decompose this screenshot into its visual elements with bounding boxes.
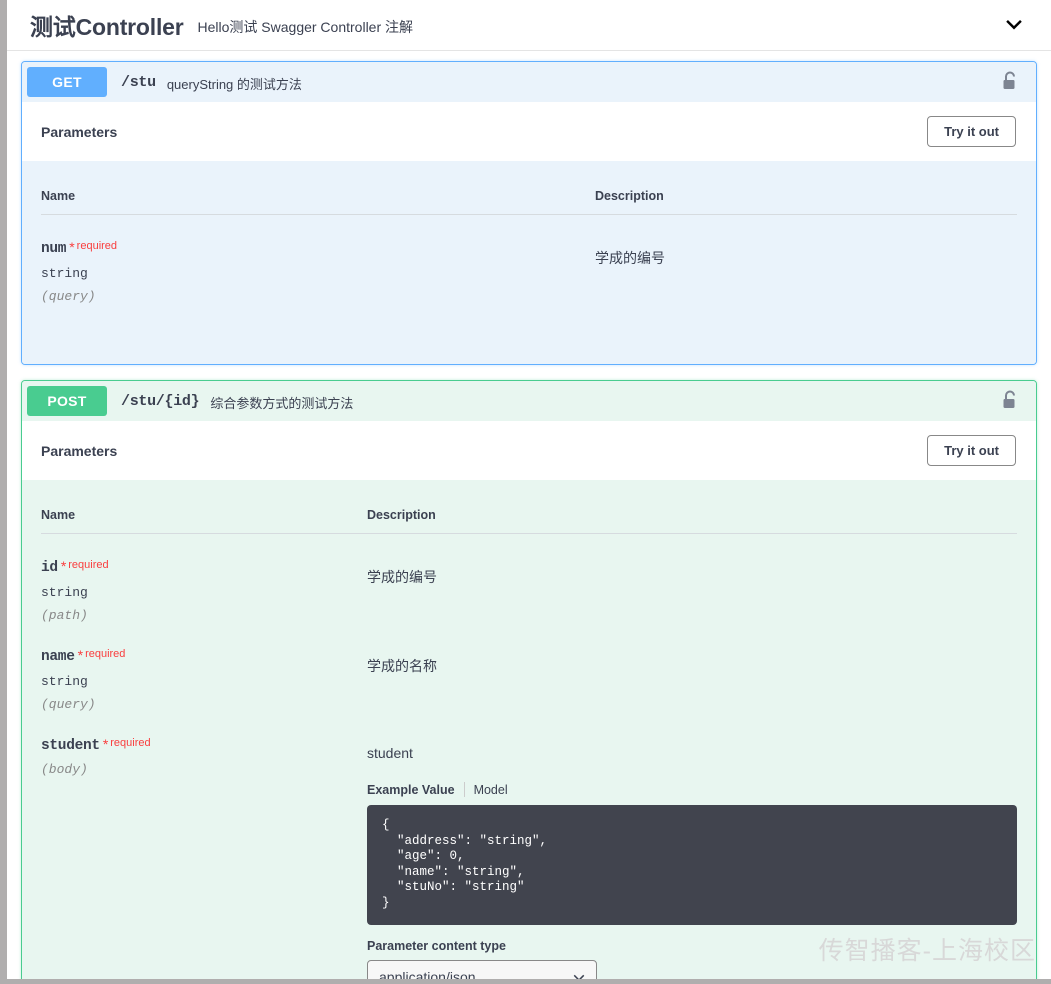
param-name-name: name [41, 649, 75, 665]
parameter-content-type-label: Parameter content type [367, 938, 506, 953]
param-description-student: student [367, 745, 413, 761]
param-type-name: string [41, 674, 88, 689]
parameters-bar-get: Parameters Try it out [22, 102, 1036, 161]
try-it-out-button-post[interactable]: Try it out [927, 435, 1016, 466]
table-row: num * required string (query) 学成的编号 [41, 215, 1017, 305]
parameter-content-type-select[interactable]: application/json [367, 959, 597, 979]
operations-list: GET /stu queryString 的测试方法 Parameters Tr… [7, 51, 1051, 979]
param-cell-name-num: num * required string (query) [41, 215, 595, 304]
tag-description: Hello测试 Swagger Controller 注解 [197, 19, 414, 35]
param-required-label-name: required [85, 648, 126, 660]
operation-path-get: /stu [121, 73, 156, 91]
parameters-table-wrap-get: Name Description num * required string (q [22, 161, 1036, 364]
parameters-table-post: Name Description id * required string (pa [41, 480, 1017, 979]
param-cell-name-name: name * required string (query) [41, 623, 367, 712]
operation-get-stu: GET /stu queryString 的测试方法 Parameters Tr… [21, 61, 1037, 365]
param-name-student: student [41, 738, 100, 754]
table-header-row-get: Name Description [41, 161, 1017, 215]
param-name-id: id [41, 560, 58, 576]
table-row: id * required string (path) 学成的编号 [41, 534, 1017, 624]
tab-model[interactable]: Model [474, 783, 508, 797]
column-header-name-get: Name [41, 161, 595, 215]
param-cell-description-name: 学成的名称 [367, 623, 1017, 712]
parameters-table-wrap-post: Name Description id * required string (pa [22, 480, 1036, 979]
parameters-bar-post: Parameters Try it out [22, 421, 1036, 480]
authorization-button-get[interactable] [1000, 70, 1020, 94]
param-cell-name-student: student * required (body) [41, 712, 367, 979]
param-location-num: (query) [41, 289, 96, 304]
param-description-id: 学成的编号 [367, 569, 437, 585]
operation-body-post: Parameters Try it out [22, 421, 1036, 480]
param-type-num: string [41, 266, 88, 281]
tab-divider [463, 782, 465, 797]
swagger-ui-page: 测试Controller Hello测试 Swagger Controller … [0, 0, 1051, 984]
param-type-id: string [41, 585, 88, 600]
try-it-out-button-get[interactable]: Try it out [927, 116, 1016, 147]
parameter-content-type-wrap: application/json [367, 959, 597, 979]
param-required-label-num: required [76, 240, 118, 252]
params-bottom-space-get [41, 304, 1017, 364]
param-location-name: (query) [41, 697, 96, 712]
param-description-num: 学成的编号 [595, 250, 665, 266]
page-title: 测试Controller [30, 14, 184, 40]
param-description-name: 学成的名称 [367, 658, 437, 674]
operation-post-stu-id: POST /stu/{id} 综合参数方式的测试方法 Parameters Tr… [21, 380, 1037, 979]
param-required-label-id: required [68, 559, 109, 571]
operation-description-get: queryString 的测试方法 [166, 76, 302, 92]
parameters-table-get: Name Description num * required string (q [41, 161, 1017, 304]
param-required-label-student: required [110, 737, 151, 749]
operation-body-get: Parameters Try it out [22, 102, 1036, 161]
param-required-star-student: * [102, 736, 109, 752]
param-location-id: (path) [41, 608, 88, 623]
operation-summary-get[interactable]: GET /stu queryString 的测试方法 [22, 62, 1036, 102]
param-cell-name-id: id * required string (path) [41, 534, 367, 623]
param-name-wrap-name: name * required [41, 647, 367, 665]
table-row: name * required string (query) 学成的名称 [41, 623, 1017, 712]
chevron-down-icon [1006, 19, 1022, 30]
unlocked-padlock-icon [1003, 71, 1015, 89]
parameters-heading-get: Parameters [41, 123, 118, 140]
param-name-wrap-num: num * required [41, 239, 595, 257]
operation-description-post: 综合参数方式的测试方法 [210, 395, 354, 411]
example-value-json: { "address": "string", "age": 0, "name":… [382, 818, 548, 910]
param-cell-description-num: 学成的编号 [595, 215, 1017, 305]
authorization-button-post[interactable] [1000, 389, 1020, 413]
collapse-tag-button[interactable] [999, 10, 1029, 40]
param-location-student: (body) [41, 762, 88, 777]
column-header-description-post: Description [367, 480, 1017, 534]
param-cell-description-id: 学成的编号 [367, 534, 1017, 624]
column-header-description-get: Description [595, 161, 1017, 215]
unlocked-padlock-icon [1003, 390, 1015, 408]
operation-summary-post[interactable]: POST /stu/{id} 综合参数方式的测试方法 [22, 381, 1036, 421]
operation-path-post: /stu/{id} [121, 392, 200, 410]
tag-header[interactable]: 测试Controller Hello测试 Swagger Controller … [7, 0, 1051, 51]
column-header-name-post: Name [41, 480, 367, 534]
param-name-num: num [41, 241, 67, 257]
param-required-star-id: * [60, 558, 67, 574]
http-method-badge-get: GET [27, 67, 107, 97]
parameters-heading-post: Parameters [41, 442, 118, 459]
tab-example-value[interactable]: Example Value [367, 783, 455, 797]
param-name-wrap-id: id * required [41, 558, 367, 576]
param-required-star-name: * [77, 647, 84, 663]
table-header-row-post: Name Description [41, 480, 1017, 534]
example-tabs: Example Value Model [367, 782, 1017, 797]
http-method-badge-post: POST [27, 386, 107, 416]
table-row: student * required (body) student Example … [41, 712, 1017, 979]
param-cell-description-student: student Example Value Model { "address":… [367, 712, 1017, 979]
param-required-star-num: * [69, 239, 75, 255]
param-name-wrap-student: student * required [41, 736, 367, 754]
example-value-code-block[interactable]: { "address": "string", "age": 0, "name":… [367, 805, 1017, 925]
